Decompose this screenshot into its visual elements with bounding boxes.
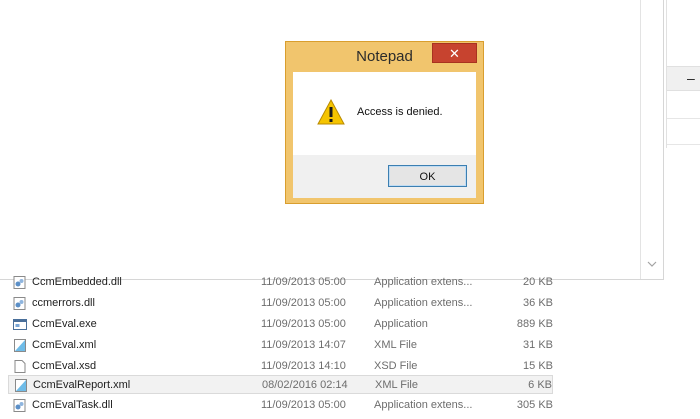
file-type: Application extens... — [374, 297, 473, 309]
collapse-icon[interactable]: – — [687, 67, 695, 89]
blank-file-icon — [13, 360, 27, 373]
file-row[interactable]: CcmEval.xsd 11/09/2013 14:10 XSD File 15 KB — [8, 357, 553, 376]
warning-icon — [317, 98, 345, 125]
xml-icon — [13, 339, 27, 352]
exe-icon — [13, 318, 27, 331]
file-date-modified: 11/09/2013 05:00 — [261, 318, 346, 330]
file-type: XML File — [374, 339, 417, 351]
dll-icon — [13, 297, 27, 310]
scroll-down-icon[interactable] — [646, 260, 658, 270]
file-type: XML File — [375, 379, 418, 391]
file-name: CcmEvalTask.dll — [32, 399, 113, 411]
file-type: Application — [374, 318, 428, 330]
file-type: Application extens... — [374, 276, 473, 288]
ok-button[interactable]: OK — [388, 165, 467, 187]
file-name: CcmEval.xsd — [32, 360, 97, 372]
file-size: 15 KB — [523, 360, 553, 372]
file-row[interactable]: ccmerrors.dll 11/09/2013 05:00 Application… — [8, 294, 553, 313]
dialog-footer: OK — [293, 155, 476, 198]
file-row[interactable]: CcmEval.exe 11/09/2013 05:00 Application 88… — [8, 315, 553, 334]
file-date-modified: 08/02/2016 02:14 — [262, 379, 348, 391]
file-date-modified: 11/09/2013 14:07 — [261, 339, 346, 351]
file-size: 889 KB — [516, 318, 553, 330]
file-row[interactable]: CcmEmbedded.dll 11/09/2013 05:00 Applicati… — [8, 273, 553, 292]
vertical-scrollbar[interactable] — [640, 0, 663, 279]
dll-icon — [13, 276, 27, 289]
file-row[interactable]: CcmEval.xml 11/09/2013 14:07 XML File 31 KB — [8, 336, 553, 355]
file-size: 31 KB — [523, 339, 553, 351]
details-pane: – — [664, 0, 700, 150]
file-name: CcmEvalReport.xml — [33, 379, 131, 391]
pane-divider — [667, 144, 700, 145]
file-type: XSD File — [374, 360, 418, 372]
xml-icon — [14, 379, 28, 392]
file-size: 36 KB — [523, 297, 553, 309]
file-row[interactable]: CcmEvalReport.xml 08/02/2016 02:14 XML Fil… — [8, 375, 553, 394]
file-name: ccmerrors.dll — [32, 297, 95, 309]
file-size: 20 KB — [523, 276, 553, 288]
file-name: CcmEmbedded.dll — [32, 276, 122, 288]
close-button[interactable]: ✕ — [432, 43, 477, 63]
file-size: 6 KB — [528, 379, 552, 391]
dll-icon — [13, 399, 27, 412]
file-date-modified: 11/09/2013 05:00 — [261, 276, 346, 288]
file-date-modified: 11/09/2013 05:00 — [261, 399, 346, 411]
error-dialog: Notepad ✕ Access is denied. OK — [285, 41, 484, 204]
pane-header[interactable]: – — [667, 66, 700, 91]
file-date-modified: 11/09/2013 05:00 — [261, 297, 346, 309]
file-date-modified: 11/09/2013 14:10 — [261, 360, 346, 372]
dialog-message: Access is denied. — [357, 106, 443, 118]
pane-divider — [667, 118, 700, 119]
dialog-body: Access is denied. — [293, 72, 476, 155]
file-name: CcmEval.exe — [32, 318, 97, 330]
file-size: 305 KB — [516, 399, 553, 411]
file-row[interactable]: CcmEvalTask.dll 11/09/2013 05:00 Applicati… — [8, 396, 553, 415]
file-name: CcmEval.xml — [32, 339, 97, 351]
file-type: Application extens... — [374, 399, 473, 411]
